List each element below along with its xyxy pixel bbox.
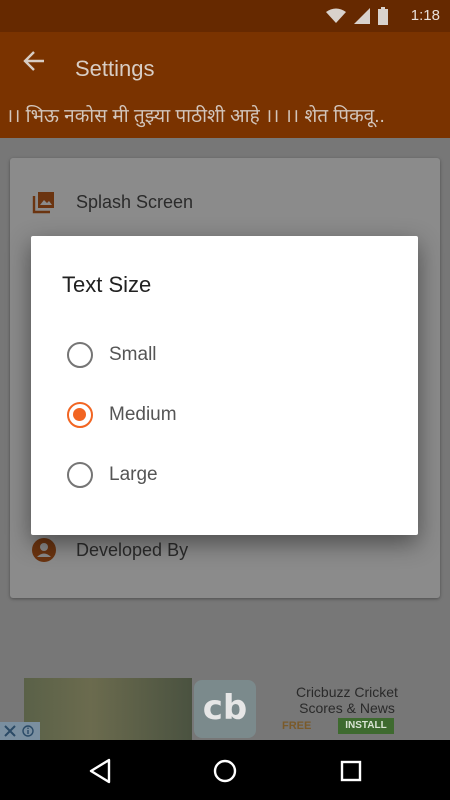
app-bar: Settings — [0, 32, 450, 90]
radio-button[interactable] — [67, 462, 93, 488]
recents-nav-icon[interactable] — [338, 758, 364, 784]
setting-developed-by[interactable]: Developed By — [32, 538, 188, 562]
ad-image — [24, 678, 192, 740]
option-label: Large — [109, 464, 158, 485]
ad-price: FREE — [282, 720, 312, 732]
setting-label: Developed By — [76, 539, 189, 560]
option-medium[interactable]: Medium — [67, 400, 177, 430]
setting-splash-screen[interactable]: Splash Screen — [32, 190, 193, 214]
option-label: Medium — [109, 404, 177, 425]
marquee-text: ।। भिऊ नकोस मी तुझ्या पाठीशी आहे ।। ।। श… — [6, 106, 385, 127]
close-icon[interactable] — [4, 725, 16, 737]
option-label: Small — [109, 344, 157, 365]
wifi-icon — [326, 8, 346, 23]
battery-icon — [378, 7, 388, 25]
status-time: 1:18 — [410, 7, 440, 24]
back-arrow-icon[interactable] — [22, 50, 46, 72]
option-small[interactable]: Small — [67, 340, 157, 370]
account-icon — [32, 538, 56, 562]
radio-button[interactable] — [67, 342, 93, 368]
setting-label: Splash Screen — [76, 191, 194, 212]
ad-app-name: Cricbuzz Cricket Scores & News — [296, 684, 398, 716]
info-icon[interactable] — [22, 725, 34, 737]
image-gallery-icon — [32, 192, 54, 214]
ad-app-logo: cb — [194, 680, 256, 738]
home-nav-icon[interactable] — [212, 758, 238, 784]
cell-signal-icon — [354, 8, 370, 24]
radio-button-selected[interactable] — [67, 402, 93, 428]
option-large[interactable]: Large — [67, 460, 158, 490]
system-nav-bar — [0, 740, 450, 800]
dialog-title: Text Size — [62, 272, 152, 297]
ad-banner[interactable]: cb Cricbuzz Cricket Scores & News FREE I… — [0, 678, 426, 740]
status-bar: 1:18 — [0, 0, 450, 32]
page-title: Settings — [75, 56, 155, 81]
status-icons — [326, 7, 388, 25]
ad-choices[interactable] — [0, 722, 40, 740]
ad-install-button[interactable]: INSTALL — [338, 718, 394, 734]
marquee-banner: ।। भिऊ नकोस मी तुझ्या पाठीशी आहे ।। ।। श… — [0, 90, 450, 138]
back-nav-icon[interactable] — [87, 758, 113, 784]
text-size-dialog: Text Size Small Medium Large — [31, 236, 418, 535]
